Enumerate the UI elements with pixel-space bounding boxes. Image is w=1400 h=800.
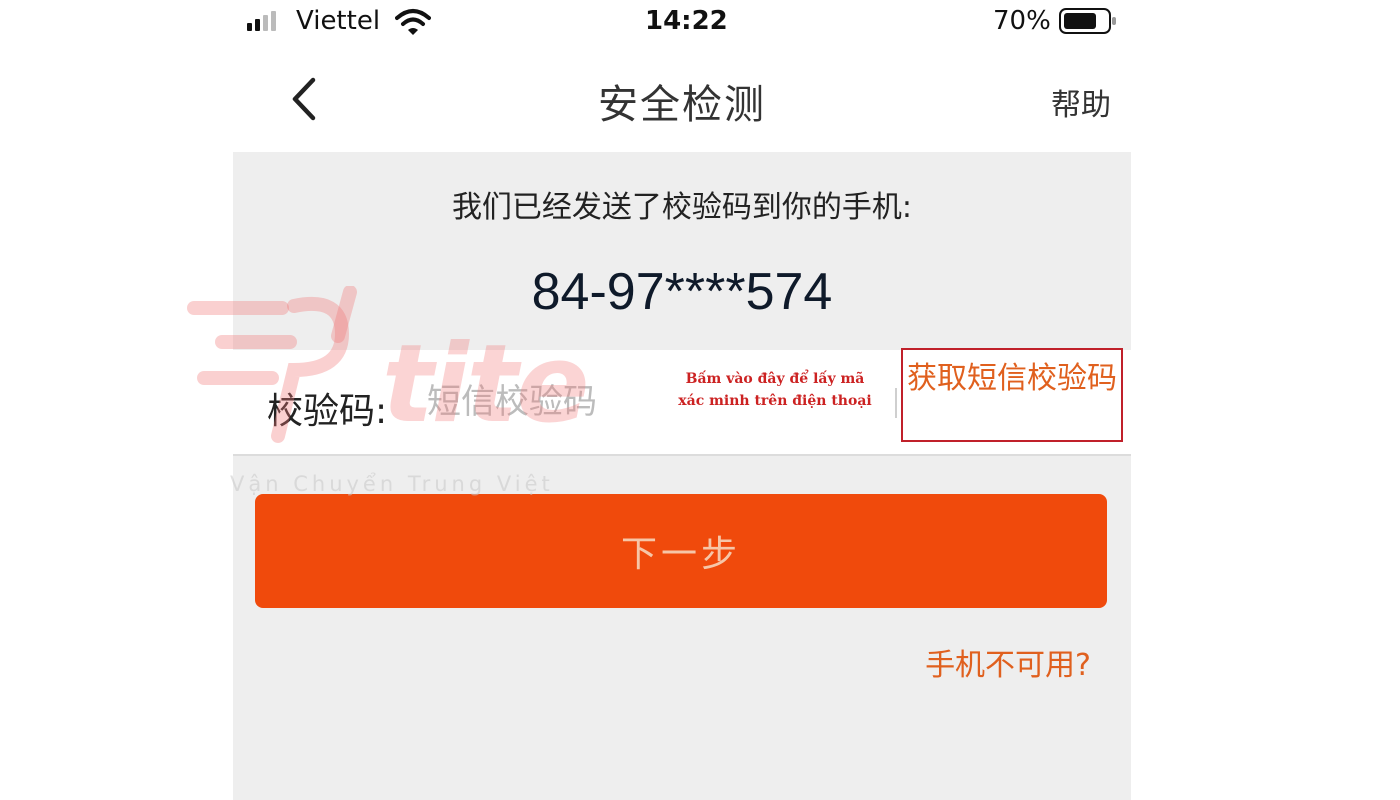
instruction-annotation: Bấm vào đây để lấy mã xác minh trên điện… [659, 368, 891, 412]
page-title: 安全检测 [598, 82, 766, 128]
annotation-line-1: Bấm vào đây để lấy mã [685, 371, 865, 387]
code-sent-message: 我们已经发送了校验码到你的手机: [451, 190, 913, 225]
masked-phone-number: 84-97****574 [531, 263, 833, 321]
help-link[interactable]: 帮助 [1051, 80, 1111, 124]
next-step-button[interactable]: 下一步 [255, 494, 1107, 608]
signal-bars-icon [247, 11, 276, 31]
code-label: 校验码: [267, 391, 388, 432]
status-bar: Viettel 14:22 70% [233, 0, 1131, 44]
phone-screen: Viettel 14:22 70% 安全检测 帮助 我们已经发送了校验码到你的手… [233, 0, 1131, 800]
input-divider [895, 388, 897, 418]
clock-time: 14:22 [645, 6, 728, 36]
wifi-icon [395, 9, 431, 35]
battery-icon [1059, 8, 1116, 34]
carrier-name: Viettel [296, 6, 381, 36]
code-input[interactable] [425, 376, 679, 428]
phone-unavailable-link[interactable]: 手机不可用? [925, 640, 1091, 684]
verification-code-row: 校验码: Bấm vào đây để lấy mã xác minh trên… [233, 348, 1131, 456]
battery-percent: 70% [993, 6, 1051, 36]
verification-panel: 我们已经发送了校验码到你的手机: 84-97****574 校验码: Bấm v… [233, 152, 1131, 800]
navigation-bar: 安全检测 帮助 [233, 50, 1131, 150]
annotation-line-2: xác minh trên điện thoại [678, 393, 872, 409]
get-sms-code-button[interactable]: 获取短信校验码 [901, 348, 1123, 442]
